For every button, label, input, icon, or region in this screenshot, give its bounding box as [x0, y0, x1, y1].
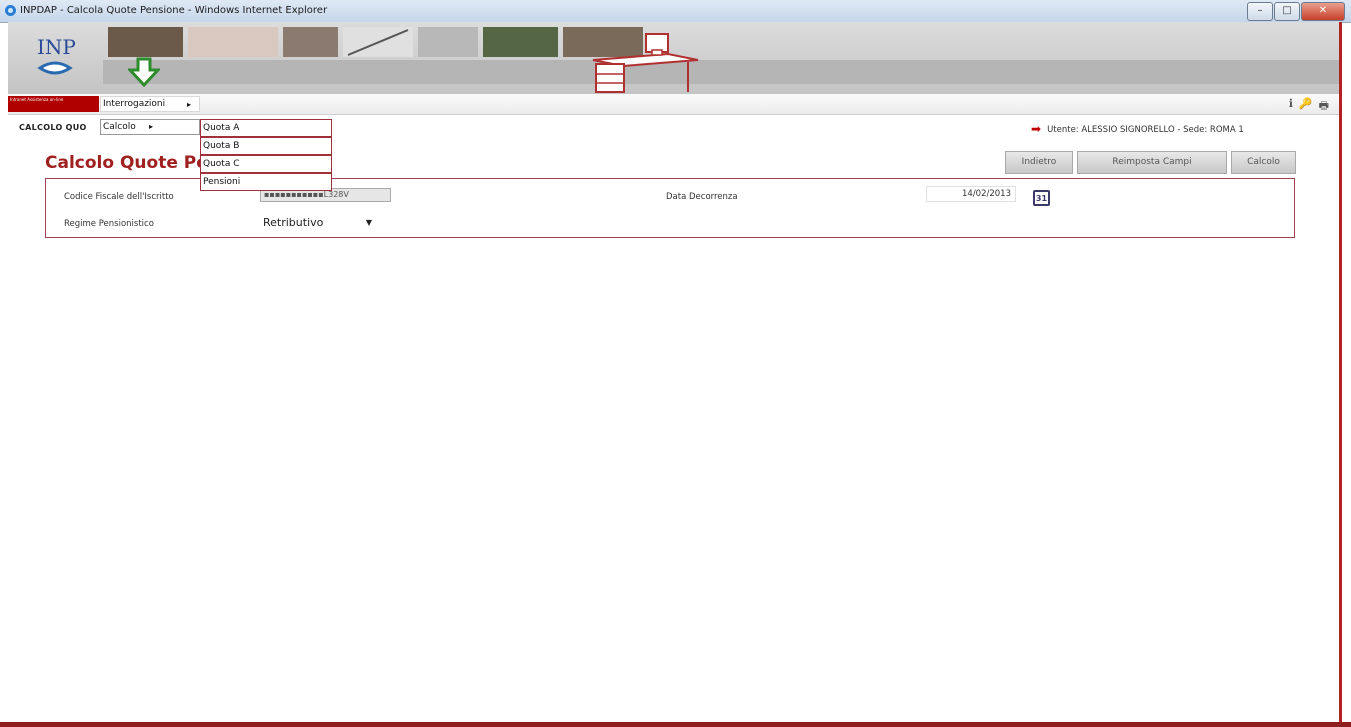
reset-fields-button[interactable]: Reimposta Campi	[1077, 151, 1227, 174]
regime-select-value: Retributivo	[263, 216, 324, 229]
browser-icon	[5, 5, 16, 16]
menu-item-pensioni[interactable]: Pensioni	[200, 173, 332, 191]
menu-item-quota-b[interactable]: Quota B	[200, 137, 332, 155]
menu-bar: Intranet Assistenza on-line Interrogazio…	[8, 94, 1339, 115]
minimize-button[interactable]: –	[1247, 2, 1273, 21]
menu-interrogazioni[interactable]: Interrogazioni ▸	[100, 96, 200, 112]
breadcrumb: CALCOLO QUO	[19, 123, 87, 132]
menu-calcolo-label: Calcolo	[103, 122, 136, 132]
submenu-arrow-icon: ▸	[149, 122, 154, 131]
site-banner: INPS	[8, 22, 1339, 94]
info-icon[interactable]: ℹ	[1289, 97, 1293, 116]
calculate-button[interactable]: Calcolo	[1231, 151, 1296, 174]
bottom-border	[0, 722, 1351, 727]
arrow-right-icon: ➡	[1031, 122, 1042, 136]
maximize-button[interactable]: □	[1274, 2, 1300, 21]
user-info: ➡ Utente: ALESSIO SIGNORELLO - Sede: ROMA…	[1031, 122, 1244, 136]
inps-logo-icon: INPS	[37, 35, 76, 75]
calendar-icon[interactable]: 31	[1033, 190, 1050, 206]
page-title: Calcolo Quote Pe	[45, 153, 208, 173]
toolbar-icons: ℹ 🔑 🖶	[1289, 97, 1329, 116]
desk-illustration-icon	[592, 33, 699, 93]
regime-label: Regime Pensionistico	[64, 219, 154, 229]
date-label: Data Decorrenza	[666, 192, 738, 202]
down-arrow-icon	[128, 57, 160, 87]
back-button[interactable]: Indietro	[1005, 151, 1073, 174]
key-icon[interactable]: 🔑	[1299, 97, 1313, 116]
window-controls: – □ ✕	[1246, 2, 1345, 21]
menu-arrow-icon: ▸	[186, 100, 191, 109]
close-button[interactable]: ✕	[1301, 2, 1345, 21]
window-titlebar: INPDAP - Calcola Quote Pensione - Window…	[0, 0, 1351, 23]
window-border	[1339, 22, 1342, 727]
menu-interrogazioni-label: Interrogazioni	[103, 99, 166, 109]
svg-text:INPS: INPS	[37, 35, 76, 59]
calcolo-submenu: Quota A Quota B Quota C Pensioni	[200, 119, 332, 191]
menu-item-quota-a[interactable]: Quota A	[200, 119, 332, 137]
regime-select[interactable]: Retributivo ▼	[263, 215, 378, 231]
cf-label: Codice Fiscale dell'Iscritto	[64, 192, 174, 202]
menu-item-quota-c[interactable]: Quota C	[200, 155, 332, 173]
intranet-badge: Intranet Assistenza on-line	[8, 96, 99, 112]
chevron-down-icon: ▼	[365, 218, 372, 227]
user-text: Utente: ALESSIO SIGNORELLO - Sede: ROMA …	[1047, 125, 1244, 135]
print-icon[interactable]: 🖶	[1319, 97, 1329, 116]
window-title: INPDAP - Calcola Quote Pensione - Window…	[20, 5, 328, 16]
banner-stripe	[103, 60, 1339, 84]
data-decorrenza-field[interactable]: 14/02/2013	[926, 186, 1016, 202]
menu-calcolo[interactable]: Calcolo ▸	[100, 119, 200, 135]
